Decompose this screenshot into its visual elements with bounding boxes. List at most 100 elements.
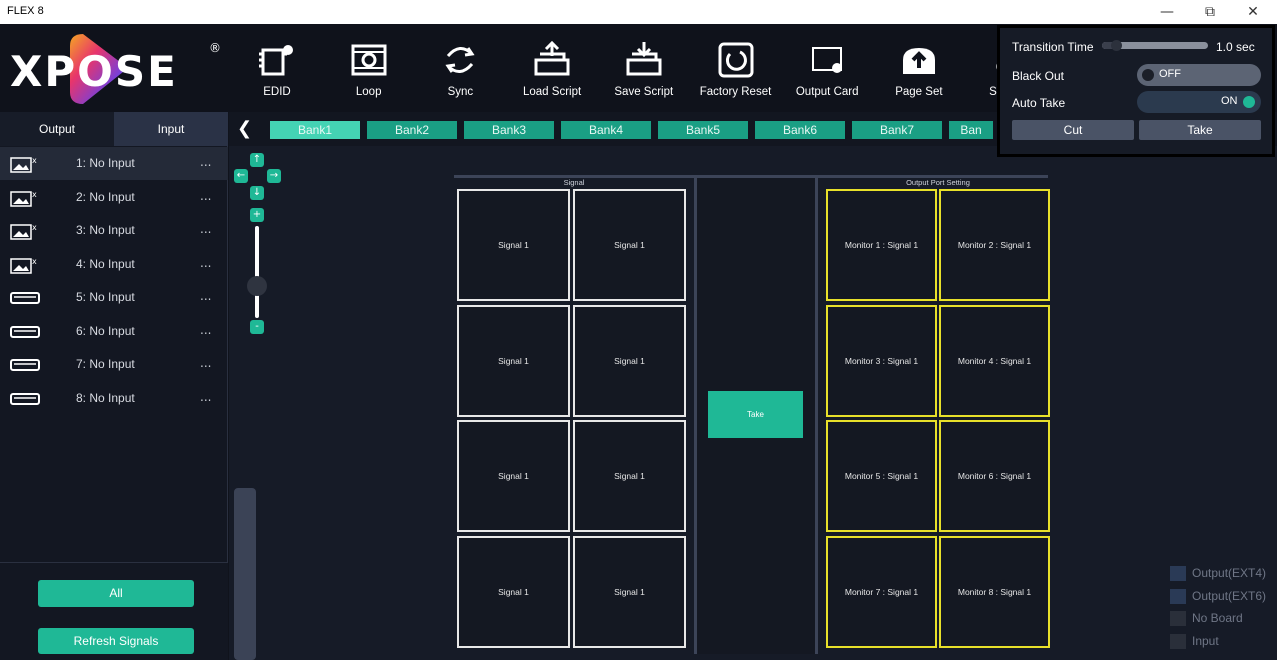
bank-tab[interactable]: Ban [949, 121, 993, 139]
input-row[interactable]: 6: No Input... [0, 315, 228, 348]
signal-cell[interactable]: Signal 1 [573, 189, 686, 301]
bank-tab[interactable]: Bank2 [367, 121, 457, 139]
cut-button[interactable]: Cut [1012, 120, 1134, 140]
zoom-slider-thumb[interactable] [247, 276, 267, 296]
toolbar-page-set-button[interactable]: Page Set [873, 24, 965, 112]
title-bar: FLEX 8 — ⧉ ✕ [0, 0, 1277, 24]
signal-cell[interactable]: Signal 1 [457, 535, 570, 648]
signal-cell[interactable]: Signal 1 [573, 420, 686, 532]
transition-popup: Transition Time 1.0 sec Black Out OFF Au… [997, 25, 1275, 157]
input-row[interactable]: 7: No Input... [0, 348, 228, 381]
input-more-button[interactable]: ... [200, 356, 211, 370]
bank-prev-button[interactable]: ❮ [237, 118, 252, 139]
monitor-cell[interactable]: Monitor 6 : Signal 1 [939, 420, 1050, 532]
image-input-icon: x [10, 190, 37, 207]
toolbar-label: Save Script [614, 86, 674, 98]
transition-time-thumb[interactable] [1111, 40, 1123, 51]
tab-output[interactable]: Output [0, 112, 114, 146]
black-out-label: Black Out [1012, 69, 1065, 83]
toolbar-edid-button[interactable]: EDID [231, 24, 323, 112]
monitor-cell[interactable]: Monitor 7 : Signal 1 [826, 535, 937, 648]
input-more-button[interactable]: ... [200, 289, 211, 303]
bank-tab[interactable]: Bank7 [852, 121, 942, 139]
bank-tab[interactable]: Bank6 [755, 121, 845, 139]
bank-tab[interactable]: Bank1 [270, 121, 360, 139]
pan-left-button[interactable]: ← [234, 169, 248, 183]
input-more-button[interactable]: ... [200, 390, 211, 404]
toolbar-load-script-button[interactable]: Load Script [506, 24, 598, 112]
input-more-button[interactable]: ... [200, 155, 211, 169]
hdmi-port-icon [10, 292, 40, 304]
input-row[interactable]: x 1: No Input... [0, 147, 228, 180]
monitor-cell[interactable]: Monitor 8 : Signal 1 [939, 535, 1050, 648]
take-center-button[interactable]: Take [708, 391, 803, 438]
canvas-scrollbar[interactable] [234, 488, 256, 660]
transition-time-slider[interactable] [1102, 40, 1208, 51]
signal-cell[interactable]: Signal 1 [457, 420, 570, 532]
bank-tab[interactable]: Bank5 [658, 121, 748, 139]
input-row[interactable]: 5: No Input... [0, 281, 228, 314]
input-name: 6: No Input [76, 323, 135, 338]
toolbar-sync-button[interactable]: Sync [414, 24, 506, 112]
legend-label: Input [1192, 633, 1219, 648]
black-out-state: OFF [1159, 68, 1181, 80]
monitor-cell[interactable]: Monitor 3 : Signal 1 [826, 304, 937, 417]
monitor-cell[interactable]: Monitor 1 : Signal 1 [826, 189, 937, 301]
legend-label: No Board [1192, 611, 1243, 625]
image-input-icon: x [10, 257, 37, 274]
bank-tab[interactable]: Bank4 [561, 121, 651, 139]
tab-input[interactable]: Input [114, 112, 228, 146]
auto-take-knob [1243, 96, 1255, 108]
save-script-icon [626, 42, 662, 76]
toolbar-save-script-button[interactable]: Save Script [598, 24, 690, 112]
auto-take-toggle[interactable]: ON [1137, 91, 1261, 113]
input-name: 5: No Input [76, 290, 135, 304]
toolbar-label: Load Script [523, 86, 582, 98]
input-more-button[interactable]: ... [200, 256, 211, 270]
black-out-toggle[interactable]: OFF [1137, 64, 1261, 86]
pan-up-button[interactable]: ↑ [250, 153, 264, 167]
input-row[interactable]: x 4: No Input... [0, 248, 228, 281]
restore-button[interactable]: ⧉ [1195, 2, 1225, 22]
image-input-icon: x [10, 156, 37, 173]
take-button[interactable]: Take [1139, 120, 1261, 140]
svg-text:x: x [32, 257, 37, 266]
bank-tab[interactable]: Bank3 [464, 121, 554, 139]
monitor-cell[interactable]: Monitor 5 : Signal 1 [826, 420, 937, 532]
image-input-icon: x [10, 223, 37, 240]
toolbar-factory-reset-button[interactable]: Factory Reset [690, 24, 782, 112]
transition-time-value: 1.0 sec [1216, 40, 1255, 54]
auto-take-label: Auto Take [1012, 96, 1066, 110]
minimize-button[interactable]: — [1152, 2, 1182, 22]
toolbar-label: Loop [355, 86, 382, 98]
toolbar-loop-button[interactable]: Loop [323, 24, 415, 112]
close-button[interactable]: ✕ [1238, 2, 1268, 22]
monitor-cell[interactable]: Monitor 4 : Signal 1 [939, 304, 1050, 417]
pan-down-button[interactable]: ↓ [250, 186, 264, 200]
toolbar-output-card-button[interactable]: Output Card [781, 24, 873, 112]
input-more-button[interactable]: ... [200, 222, 211, 236]
toolbar-label: Output Card [795, 86, 859, 98]
input-row[interactable]: x 2: No Input... [0, 181, 228, 214]
pan-right-button[interactable]: → [267, 169, 281, 183]
signal-cell[interactable]: Signal 1 [457, 304, 570, 417]
input-name: 1: No Input [76, 156, 135, 170]
all-button[interactable]: All [38, 580, 194, 607]
signal-cell[interactable]: Signal 1 [573, 304, 686, 417]
output-panel-title: Output Port Setting [906, 178, 970, 187]
monitor-cell[interactable]: Monitor 2 : Signal 1 [939, 189, 1050, 301]
signal-cell[interactable]: Signal 1 [573, 535, 686, 648]
zoom-out-button[interactable]: - [250, 320, 264, 334]
page-set-icon [902, 48, 935, 74]
input-more-button[interactable]: ... [200, 189, 211, 203]
zoom-in-button[interactable]: + [250, 208, 264, 222]
legend-item: Output(EXT6) [1170, 587, 1270, 605]
input-row[interactable]: 8: No Input... [0, 382, 228, 415]
refresh-signals-button[interactable]: Refresh Signals [38, 628, 194, 654]
zoom-slider-track[interactable] [255, 226, 259, 318]
input-more-button[interactable]: ... [200, 323, 211, 337]
signal-cell[interactable]: Signal 1 [457, 189, 570, 301]
input-row[interactable]: x 3: No Input... [0, 214, 228, 247]
toolbar-label: Factory Reset [699, 86, 772, 98]
layout-canvas: ↑ ← → ↓ + - Signal Output Port Setting T… [229, 146, 1277, 660]
